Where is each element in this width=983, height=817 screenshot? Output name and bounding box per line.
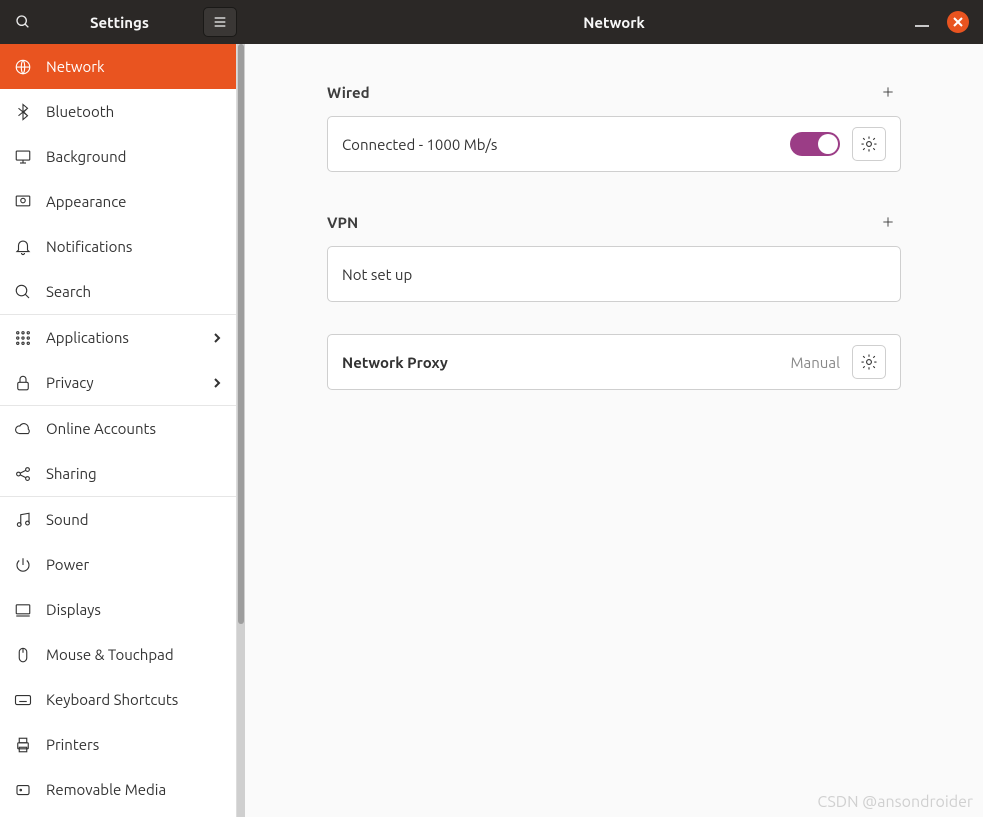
vpn-add-button[interactable] <box>875 209 901 235</box>
sidebar-item-sound[interactable]: Sound <box>0 497 236 542</box>
sidebar-item-search[interactable]: Search <box>0 269 236 314</box>
sidebar-item-label: Sound <box>46 511 89 528</box>
sidebar-item-label: Applications <box>46 329 129 346</box>
chevron-right-icon <box>212 374 222 391</box>
disk-icon <box>14 781 32 799</box>
share-icon <box>14 465 32 483</box>
sidebar-item-mouse[interactable]: Mouse & Touchpad <box>0 632 236 677</box>
sidebar-item-label: Removable Media <box>46 781 166 798</box>
sidebar-item-label: Online Accounts <box>46 420 156 437</box>
sidebar-item-label: Background <box>46 148 126 165</box>
keyboard-icon <box>14 691 32 709</box>
main-panel: Wired Connected - 1000 Mb/s VPN <box>245 44 983 817</box>
wired-section-title: Wired <box>327 84 370 101</box>
sidebar-item-label: Appearance <box>46 193 126 210</box>
sidebar-item-printers[interactable]: Printers <box>0 722 236 767</box>
wired-status: Connected - 1000 Mb/s <box>342 136 497 153</box>
search-button[interactable] <box>6 7 40 37</box>
sidebar-item-privacy[interactable]: Privacy <box>0 360 236 405</box>
bluetooth-icon <box>14 103 32 121</box>
sidebar-item-bluetooth[interactable]: Bluetooth <box>0 89 236 134</box>
mouse-icon <box>14 646 32 664</box>
music-icon <box>14 511 32 529</box>
lock-icon <box>14 374 32 392</box>
vpn-row: Not set up <box>328 247 900 301</box>
sidebar-item-label: Sharing <box>46 465 97 482</box>
bell-icon <box>14 238 32 256</box>
proxy-row: Network Proxy Manual <box>328 335 900 389</box>
sidebar: Network Bluetooth Background Appearance Noti… <box>0 44 237 817</box>
sidebar-item-notifications[interactable]: Notifications <box>0 224 236 269</box>
sidebar-scrollbar[interactable] <box>237 44 245 817</box>
sidebar-item-keyboard[interactable]: Keyboard Shortcuts <box>0 677 236 722</box>
sidebar-item-label: Search <box>46 283 91 300</box>
titlebar: Settings Network <box>0 0 983 44</box>
sidebar-item-label: Displays <box>46 601 101 618</box>
sidebar-item-label: Keyboard Shortcuts <box>46 691 178 708</box>
search-icon <box>14 283 32 301</box>
sidebar-item-power[interactable]: Power <box>0 542 236 587</box>
screen-icon <box>14 601 32 619</box>
desktop-icon <box>14 148 32 166</box>
chevron-right-icon <box>212 329 222 346</box>
sidebar-item-label: Notifications <box>46 238 132 255</box>
window-close-button[interactable] <box>947 11 969 33</box>
apps-icon <box>14 329 32 347</box>
sidebar-item-displays[interactable]: Displays <box>0 587 236 632</box>
sidebar-item-appearance[interactable]: Appearance <box>0 179 236 224</box>
sidebar-item-network[interactable]: Network <box>0 44 236 89</box>
sidebar-item-online-accounts[interactable]: Online Accounts <box>0 406 236 451</box>
sidebar-item-label: Printers <box>46 736 99 753</box>
hamburger-button[interactable] <box>203 7 237 37</box>
vpn-section-title: VPN <box>327 214 358 231</box>
sidebar-item-label: Power <box>46 556 89 573</box>
sidebar-item-label: Network <box>46 58 105 75</box>
sidebar-item-background[interactable]: Background <box>0 134 236 179</box>
power-icon <box>14 556 32 574</box>
sidebar-item-label: Bluetooth <box>46 103 114 120</box>
wired-settings-button[interactable] <box>852 127 886 161</box>
sidebar-item-label: Mouse & Touchpad <box>46 646 174 663</box>
globe-icon <box>14 58 32 76</box>
sidebar-item-label: Privacy <box>46 374 94 391</box>
sidebar-item-sharing[interactable]: Sharing <box>0 451 236 496</box>
panel-title: Network <box>245 14 983 31</box>
proxy-settings-button[interactable] <box>852 345 886 379</box>
wired-connection-row: Connected - 1000 Mb/s <box>328 117 900 171</box>
sidebar-item-applications[interactable]: Applications <box>0 315 236 360</box>
printer-icon <box>14 736 32 754</box>
wired-toggle[interactable] <box>790 132 840 156</box>
cloud-icon <box>14 420 32 438</box>
proxy-title: Network Proxy <box>342 354 448 371</box>
wired-add-button[interactable] <box>875 79 901 105</box>
proxy-mode: Manual <box>790 354 840 371</box>
app-title: Settings <box>90 14 149 31</box>
window-minimize-button[interactable] <box>915 25 929 27</box>
display-icon <box>14 193 32 211</box>
vpn-status: Not set up <box>342 266 412 283</box>
sidebar-item-removable[interactable]: Removable Media <box>0 767 236 812</box>
